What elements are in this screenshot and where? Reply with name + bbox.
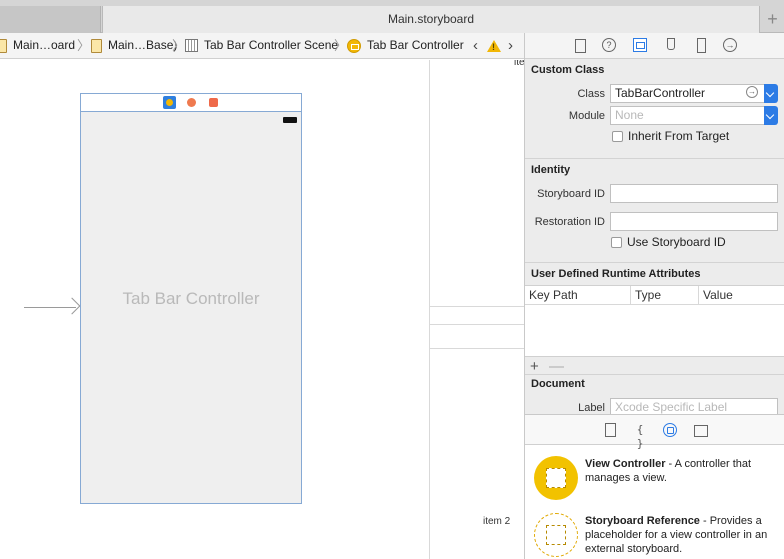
new-tab-button[interactable]: + xyxy=(761,6,784,33)
quick-help-icon[interactable]: ? xyxy=(602,38,616,52)
controller-icon[interactable] xyxy=(163,96,176,109)
document-label-label: Label xyxy=(578,402,605,414)
tab-bar-controller-scene[interactable]: Tab Bar Controller xyxy=(80,93,302,504)
add-attribute-button[interactable]: + xyxy=(530,358,539,375)
module-label: Module xyxy=(568,110,605,122)
library-item-name: View Controller xyxy=(585,458,666,470)
inherit-from-target-checkbox[interactable] xyxy=(612,131,623,142)
file-inspector-icon[interactable] xyxy=(573,38,587,53)
crumb-label: Tab Bar Controller Scene xyxy=(204,38,339,52)
go-to-class-icon[interactable]: → xyxy=(746,86,758,98)
crumb-tab-bar-controller[interactable]: Tab Bar Controller xyxy=(347,33,464,58)
code-snippet-library-icon[interactable]: { } xyxy=(633,423,647,450)
connections-inspector-icon[interactable]: → xyxy=(723,38,737,52)
column-header-type[interactable]: Type xyxy=(631,286,699,305)
size-inspector-icon[interactable] xyxy=(694,38,708,53)
item-2-label: item 2 xyxy=(483,516,511,527)
document-heading: Document xyxy=(531,378,585,390)
identity-inspector-icon[interactable] xyxy=(633,38,647,52)
library-item-storyboard-reference[interactable]: Storyboard Reference - Provides a placeh… xyxy=(525,509,784,559)
library-toolbar: { } xyxy=(525,415,784,450)
storyboard-id-field[interactable] xyxy=(610,184,778,203)
module-field[interactable]: None xyxy=(610,106,765,125)
section-divider xyxy=(525,374,784,375)
object-library: { } View Controller - A controller that … xyxy=(524,414,784,559)
crumb-label: Main…Base) xyxy=(108,38,178,52)
media-library-icon[interactable] xyxy=(693,423,708,437)
jump-bar: Main…oard 〉 Main…Base) 〉 Tab Bar Control… xyxy=(0,33,524,59)
battery-icon xyxy=(283,117,297,123)
view-controller-icon-inner xyxy=(546,468,566,488)
storyboard-reference-icon-inner xyxy=(546,525,566,545)
identity-heading: Identity xyxy=(531,164,571,176)
crumb-label: Main…oard xyxy=(13,38,76,52)
use-storyboard-id-label: Use Storyboard ID xyxy=(627,235,726,249)
exit-icon[interactable] xyxy=(207,96,220,109)
section-divider xyxy=(525,158,784,159)
crumb-separator: 〉 xyxy=(334,38,348,53)
library-item-text: View Controller - A controller that mana… xyxy=(585,457,777,485)
item-2-scene-divider xyxy=(429,324,524,325)
tab-bar: Main.storyboard + xyxy=(0,0,784,33)
use-storyboard-id-checkbox[interactable] xyxy=(611,237,622,248)
object-library-icon[interactable] xyxy=(663,423,677,437)
class-field[interactable]: TabBarController xyxy=(610,84,765,103)
column-header-value[interactable]: Value xyxy=(699,286,784,305)
tab-previous[interactable] xyxy=(0,6,101,33)
column-header-key-path[interactable]: Key Path xyxy=(525,286,631,305)
crumb-separator: 〉 xyxy=(172,38,186,53)
first-responder-icon[interactable] xyxy=(185,96,198,109)
storyboard-id-label: Storyboard ID xyxy=(537,188,605,200)
back-arrow-icon[interactable]: ‹ xyxy=(473,33,478,58)
class-dropdown-button[interactable] xyxy=(764,84,778,103)
entry-point-arrow-head xyxy=(63,297,81,315)
warning-icon[interactable] xyxy=(487,40,501,52)
forward-arrow-icon[interactable]: › xyxy=(508,33,513,58)
crumb-separator: 〉 xyxy=(77,38,91,53)
library-item-text: Storyboard Reference - Provides a placeh… xyxy=(585,514,777,556)
class-label: Class xyxy=(577,88,605,100)
custom-class-heading: Custom Class xyxy=(531,64,605,76)
crumb-main-storyboard[interactable]: Main…oard xyxy=(0,33,76,58)
attributes-inspector-icon[interactable] xyxy=(664,38,678,52)
crumb-tab-bar-controller-scene[interactable]: Tab Bar Controller Scene xyxy=(185,33,339,58)
storyboard-reference-icon xyxy=(534,513,578,557)
inspector-toolbar: ? → xyxy=(525,33,784,59)
library-item-name: Storyboard Reference xyxy=(585,515,700,527)
item-label: ite xyxy=(514,60,524,68)
tab-main-storyboard[interactable]: Main.storyboard xyxy=(102,6,760,33)
crumb-main-base[interactable]: Main…Base) xyxy=(91,33,178,58)
storyboard-file-icon xyxy=(91,38,102,53)
storyboard-file-icon xyxy=(0,38,7,53)
module-dropdown-button[interactable] xyxy=(764,106,778,125)
remove-attribute-button[interactable]: — xyxy=(549,358,564,375)
storyboard-canvas[interactable]: Tab Bar Controller ite item 2 xyxy=(0,60,524,559)
restoration-id-field[interactable] xyxy=(610,212,778,231)
scene-dock xyxy=(81,94,301,112)
restoration-id-label: Restoration ID xyxy=(534,216,605,228)
crumb-label: Tab Bar Controller xyxy=(367,38,464,52)
runtime-attributes-heading: User Defined Runtime Attributes xyxy=(531,268,701,280)
runtime-attributes-table[interactable]: Key Path Type Value xyxy=(525,285,784,357)
section-divider xyxy=(525,262,784,263)
controller-icon xyxy=(347,38,361,53)
inherit-from-target-label: Inherit From Target xyxy=(628,129,730,143)
file-template-library-icon[interactable] xyxy=(603,423,617,437)
scene-title: Tab Bar Controller xyxy=(122,289,260,308)
scene-icon xyxy=(185,39,198,53)
view-controller-icon xyxy=(534,456,578,500)
library-item-view-controller[interactable]: View Controller - A controller that mana… xyxy=(525,452,784,508)
